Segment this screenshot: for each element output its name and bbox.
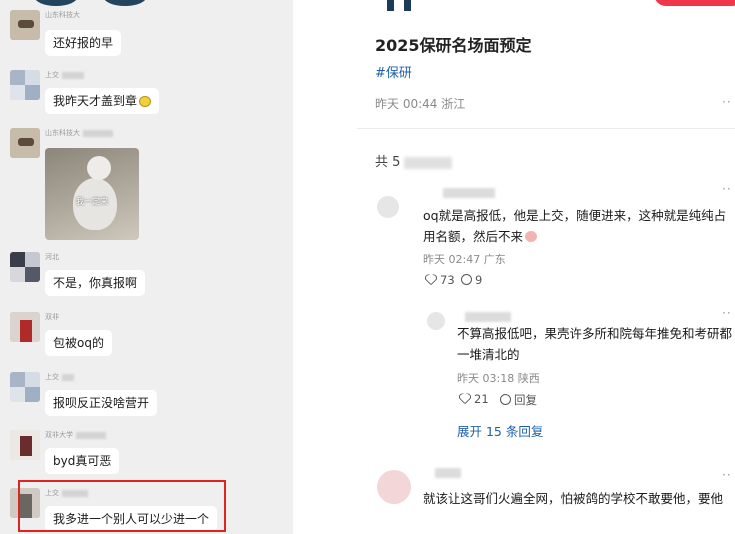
hashtag-link[interactable]: #保研 bbox=[375, 62, 412, 81]
avatar[interactable] bbox=[10, 430, 40, 460]
reply-count[interactable]: 9 bbox=[461, 273, 482, 287]
follow-button[interactable] bbox=[654, 0, 735, 6]
message-text: 还好报的早 bbox=[53, 36, 114, 50]
sender-name: 双非 bbox=[45, 313, 59, 321]
sender-name: 山东科技大 bbox=[45, 11, 80, 19]
top-avatar-fragment bbox=[34, 0, 78, 6]
expand-replies-link[interactable]: 展开 15 条回复 bbox=[457, 421, 543, 440]
reply-bubble-icon bbox=[461, 274, 472, 285]
message-bubble[interactable]: 包被oq的 bbox=[45, 330, 112, 356]
heart-icon bbox=[459, 393, 471, 404]
grin-emoji-icon bbox=[139, 96, 152, 107]
message-text: 我昨天才盖到章 bbox=[53, 94, 138, 108]
redacted-name bbox=[76, 431, 106, 439]
like-button[interactable]: 73 bbox=[425, 273, 455, 287]
message-text: 包被oq的 bbox=[53, 336, 104, 350]
message-bubble[interactable]: byd真可恶 bbox=[45, 448, 120, 474]
red-highlight-box bbox=[18, 480, 226, 532]
reply-meta: 昨天 03:18 陕西 bbox=[457, 372, 540, 385]
chat-panel: 山东科技大 还好报的早 上交 我昨天才盖到章 山东科技大 我一定来 河北 不是，… bbox=[0, 0, 293, 534]
redacted-name bbox=[83, 129, 113, 137]
avatar[interactable] bbox=[10, 128, 40, 158]
message-bubble[interactable]: 不是，你真报啊 bbox=[45, 270, 146, 296]
replier-avatar[interactable] bbox=[427, 312, 445, 330]
redacted-name bbox=[62, 71, 84, 79]
avatar[interactable] bbox=[10, 252, 40, 282]
avatar[interactable] bbox=[10, 70, 40, 100]
post-title: 2025保研名场面预定 bbox=[375, 36, 532, 55]
comment-count: 共 5 bbox=[375, 151, 453, 170]
redacted-username bbox=[443, 188, 495, 198]
more-options-icon[interactable]: ·· bbox=[722, 306, 732, 320]
sender-name: 双非大学 bbox=[45, 430, 106, 440]
reply-bubble-icon bbox=[500, 394, 511, 405]
reply-text: 不算高报低吧，果壳许多所和院每年推免和考研都一堆清北的 bbox=[457, 326, 733, 362]
more-options-icon[interactable]: ·· bbox=[722, 182, 732, 196]
avatar[interactable] bbox=[10, 372, 40, 402]
post-meta: 昨天 00:44 浙江 bbox=[375, 97, 466, 111]
pigeon-head-shape bbox=[87, 156, 111, 180]
redacted-username bbox=[465, 312, 511, 322]
avatar[interactable] bbox=[10, 10, 40, 40]
divider bbox=[357, 128, 735, 129]
sender-name: 上交 bbox=[45, 372, 74, 382]
message-text: 报呗反正没啥营开 bbox=[53, 396, 150, 410]
message-bubble[interactable]: 我昨天才盖到章 bbox=[45, 88, 160, 114]
avatar[interactable] bbox=[10, 312, 40, 342]
commenter-avatar[interactable] bbox=[377, 470, 411, 504]
message-text: byd真可恶 bbox=[53, 454, 112, 468]
reply-button[interactable]: 回复 bbox=[500, 392, 537, 408]
commenter-avatar[interactable] bbox=[377, 196, 399, 218]
comment-text: 就该让这哥们火遍全网，怕被鸽的学校不敢要他，要他 bbox=[423, 491, 724, 506]
like-button[interactable]: 21 bbox=[459, 392, 489, 406]
message-text: 不是，你真报啊 bbox=[53, 276, 138, 290]
more-options-icon[interactable]: ·· bbox=[722, 95, 732, 109]
post-panel: 2025保研名场面预定 #保研 昨天 00:44 浙江 ·· 共 5 ·· oq… bbox=[357, 0, 735, 534]
heart-icon bbox=[425, 274, 437, 285]
screenshot: 山东科技大 还好报的早 上交 我昨天才盖到章 山东科技大 我一定来 河北 不是，… bbox=[0, 0, 735, 534]
comment-meta: 昨天 02:47 广东 bbox=[423, 253, 506, 266]
sender-name: 上交 bbox=[45, 70, 84, 80]
sender-name: 山东科技大 bbox=[45, 128, 113, 138]
blush-emoji-icon bbox=[525, 231, 538, 242]
top-avatar-fragment bbox=[103, 0, 147, 6]
message-bubble[interactable]: 还好报的早 bbox=[45, 30, 122, 56]
redacted-username bbox=[435, 468, 461, 478]
redacted-count bbox=[404, 156, 453, 169]
more-options-icon[interactable]: ·· bbox=[722, 468, 732, 482]
sticker-caption: 我一定来 bbox=[76, 197, 108, 206]
comment-text: oq就是高报低，他是上交，随便进来，这种就是纯纯占用名额，然后不来 bbox=[423, 208, 727, 244]
pigeon-sticker[interactable]: 我一定来 bbox=[45, 148, 139, 240]
redacted-name bbox=[62, 373, 74, 381]
message-bubble[interactable]: 报呗反正没啥营开 bbox=[45, 390, 158, 416]
sender-name: 河北 bbox=[45, 253, 59, 261]
app-logo-icon bbox=[387, 0, 411, 11]
chat-top-bar bbox=[0, 0, 293, 8]
